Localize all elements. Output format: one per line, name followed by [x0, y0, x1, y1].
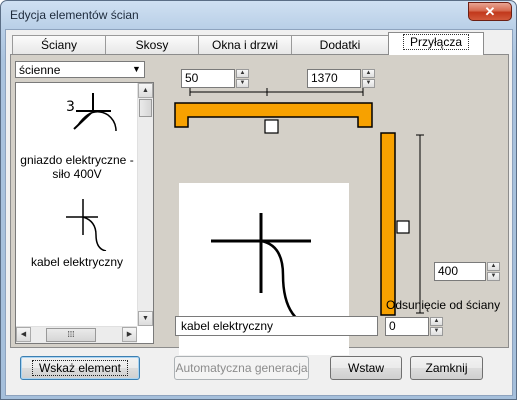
svg-text:3: 3: [66, 99, 75, 115]
right-offset-input[interactable]: 1370: [307, 69, 361, 88]
scroll-right-icon[interactable]: ▶: [122, 327, 137, 342]
left-offset-input[interactable]: 50: [181, 69, 235, 88]
close-window-button[interactable]: ✕: [468, 2, 512, 21]
window-title: Edycja elementów ścian: [10, 8, 139, 22]
dialog-client: Ściany Skosy Okna i drzwi Dodatki Przyłą…: [5, 29, 513, 396]
tab-label: Przyłącza: [402, 34, 469, 50]
tab-strip: Ściany Skosy Okna i drzwi Dodatki Przyłą…: [10, 32, 507, 55]
insert-button[interactable]: Wstaw: [330, 356, 402, 380]
tab-przylacza[interactable]: Przyłącza: [388, 32, 484, 55]
title-bar[interactable]: Edycja elementów ścian ✕: [1, 1, 516, 31]
horizontal-scroll-thumb[interactable]: ⁞⁞⁞: [46, 328, 96, 342]
spin-up-icon[interactable]: ▲: [362, 69, 375, 78]
spin-up-icon[interactable]: ▲: [430, 317, 443, 326]
wall-right: [380, 132, 396, 316]
list-vertical-scrollbar[interactable]: ▲ ▼: [137, 83, 153, 326]
tab-label: Okna i drzwi: [211, 38, 279, 52]
button-label: Wskaż element: [31, 360, 129, 376]
socket-symbol-icon: 3: [66, 93, 117, 132]
element-list[interactable]: 3 gniazdo elektryczne - siło 400V kabel …: [15, 82, 154, 344]
tab-skosy[interactable]: Skosy: [105, 35, 199, 54]
list-item-label: gniazdo elektryczne - siło 400V: [20, 153, 134, 181]
tab-sciany[interactable]: Ściany: [12, 35, 106, 54]
button-label: Zamknij: [425, 361, 468, 375]
cable-symbol-icon: [66, 199, 107, 251]
auto-generate-button: Automatyczna generacja: [174, 356, 309, 380]
spin-down-icon[interactable]: ▼: [236, 79, 249, 88]
list-item-label: kabel elektryczny: [30, 255, 124, 269]
category-select-value: ścienne: [19, 63, 61, 77]
list-item[interactable]: 3 gniazdo elektryczne - siło 400V: [16, 83, 138, 187]
tab-label: Dodatki: [319, 38, 361, 52]
wall-offset-stepper[interactable]: 0 ▲ ▼: [385, 317, 445, 336]
scroll-down-icon[interactable]: ▼: [138, 311, 153, 326]
top-handle: [264, 119, 279, 134]
select-element-button[interactable]: Wskaż element: [20, 356, 140, 380]
category-select[interactable]: ścienne ▼: [15, 61, 145, 78]
height-stepper[interactable]: 400 ▲ ▼: [434, 262, 502, 281]
spin-up-icon[interactable]: ▲: [236, 69, 249, 78]
spin-down-icon[interactable]: ▼: [487, 272, 500, 281]
button-label: Automatyczna generacja: [175, 361, 308, 375]
tab-label: Ściany: [40, 38, 78, 52]
vertical-scroll-thumb[interactable]: [139, 99, 152, 117]
right-offset-stepper[interactable]: 1370 ▲ ▼: [307, 69, 375, 88]
tab-okna-i-drzwi[interactable]: Okna i drzwi: [198, 35, 292, 54]
left-offset-stepper[interactable]: 50 ▲ ▼: [181, 69, 249, 88]
wall-offset-label: Odsunięcie od ściany: [386, 298, 501, 312]
scroll-left-icon[interactable]: ◀: [16, 327, 31, 342]
chevron-down-icon[interactable]: ▼: [129, 62, 144, 77]
height-input[interactable]: 400: [434, 262, 486, 281]
dialog-window: Edycja elementów ścian ✕ Ściany Skosy Ok…: [0, 0, 517, 400]
close-button[interactable]: Zamknij: [410, 356, 483, 380]
element-name-input[interactable]: kabel elektryczny: [175, 316, 378, 336]
scroll-up-icon[interactable]: ▲: [138, 83, 153, 98]
button-label: Wstaw: [348, 361, 384, 375]
list-item[interactable]: kabel elektryczny: [16, 191, 138, 271]
tab-dodatki[interactable]: Dodatki: [291, 35, 389, 54]
tab-label: Skosy: [135, 38, 169, 52]
tab-panel: ścienne ▼ 3 gniazdo elektryczne - siło 4…: [10, 54, 509, 355]
spin-down-icon[interactable]: ▼: [430, 327, 443, 336]
list-horizontal-scrollbar[interactable]: ◀ ⁞⁞⁞ ▶: [16, 326, 137, 343]
wall-offset-input[interactable]: 0: [385, 317, 429, 336]
spin-down-icon[interactable]: ▼: [362, 79, 375, 88]
right-handle: [396, 220, 410, 234]
spin-up-icon[interactable]: ▲: [487, 262, 500, 271]
